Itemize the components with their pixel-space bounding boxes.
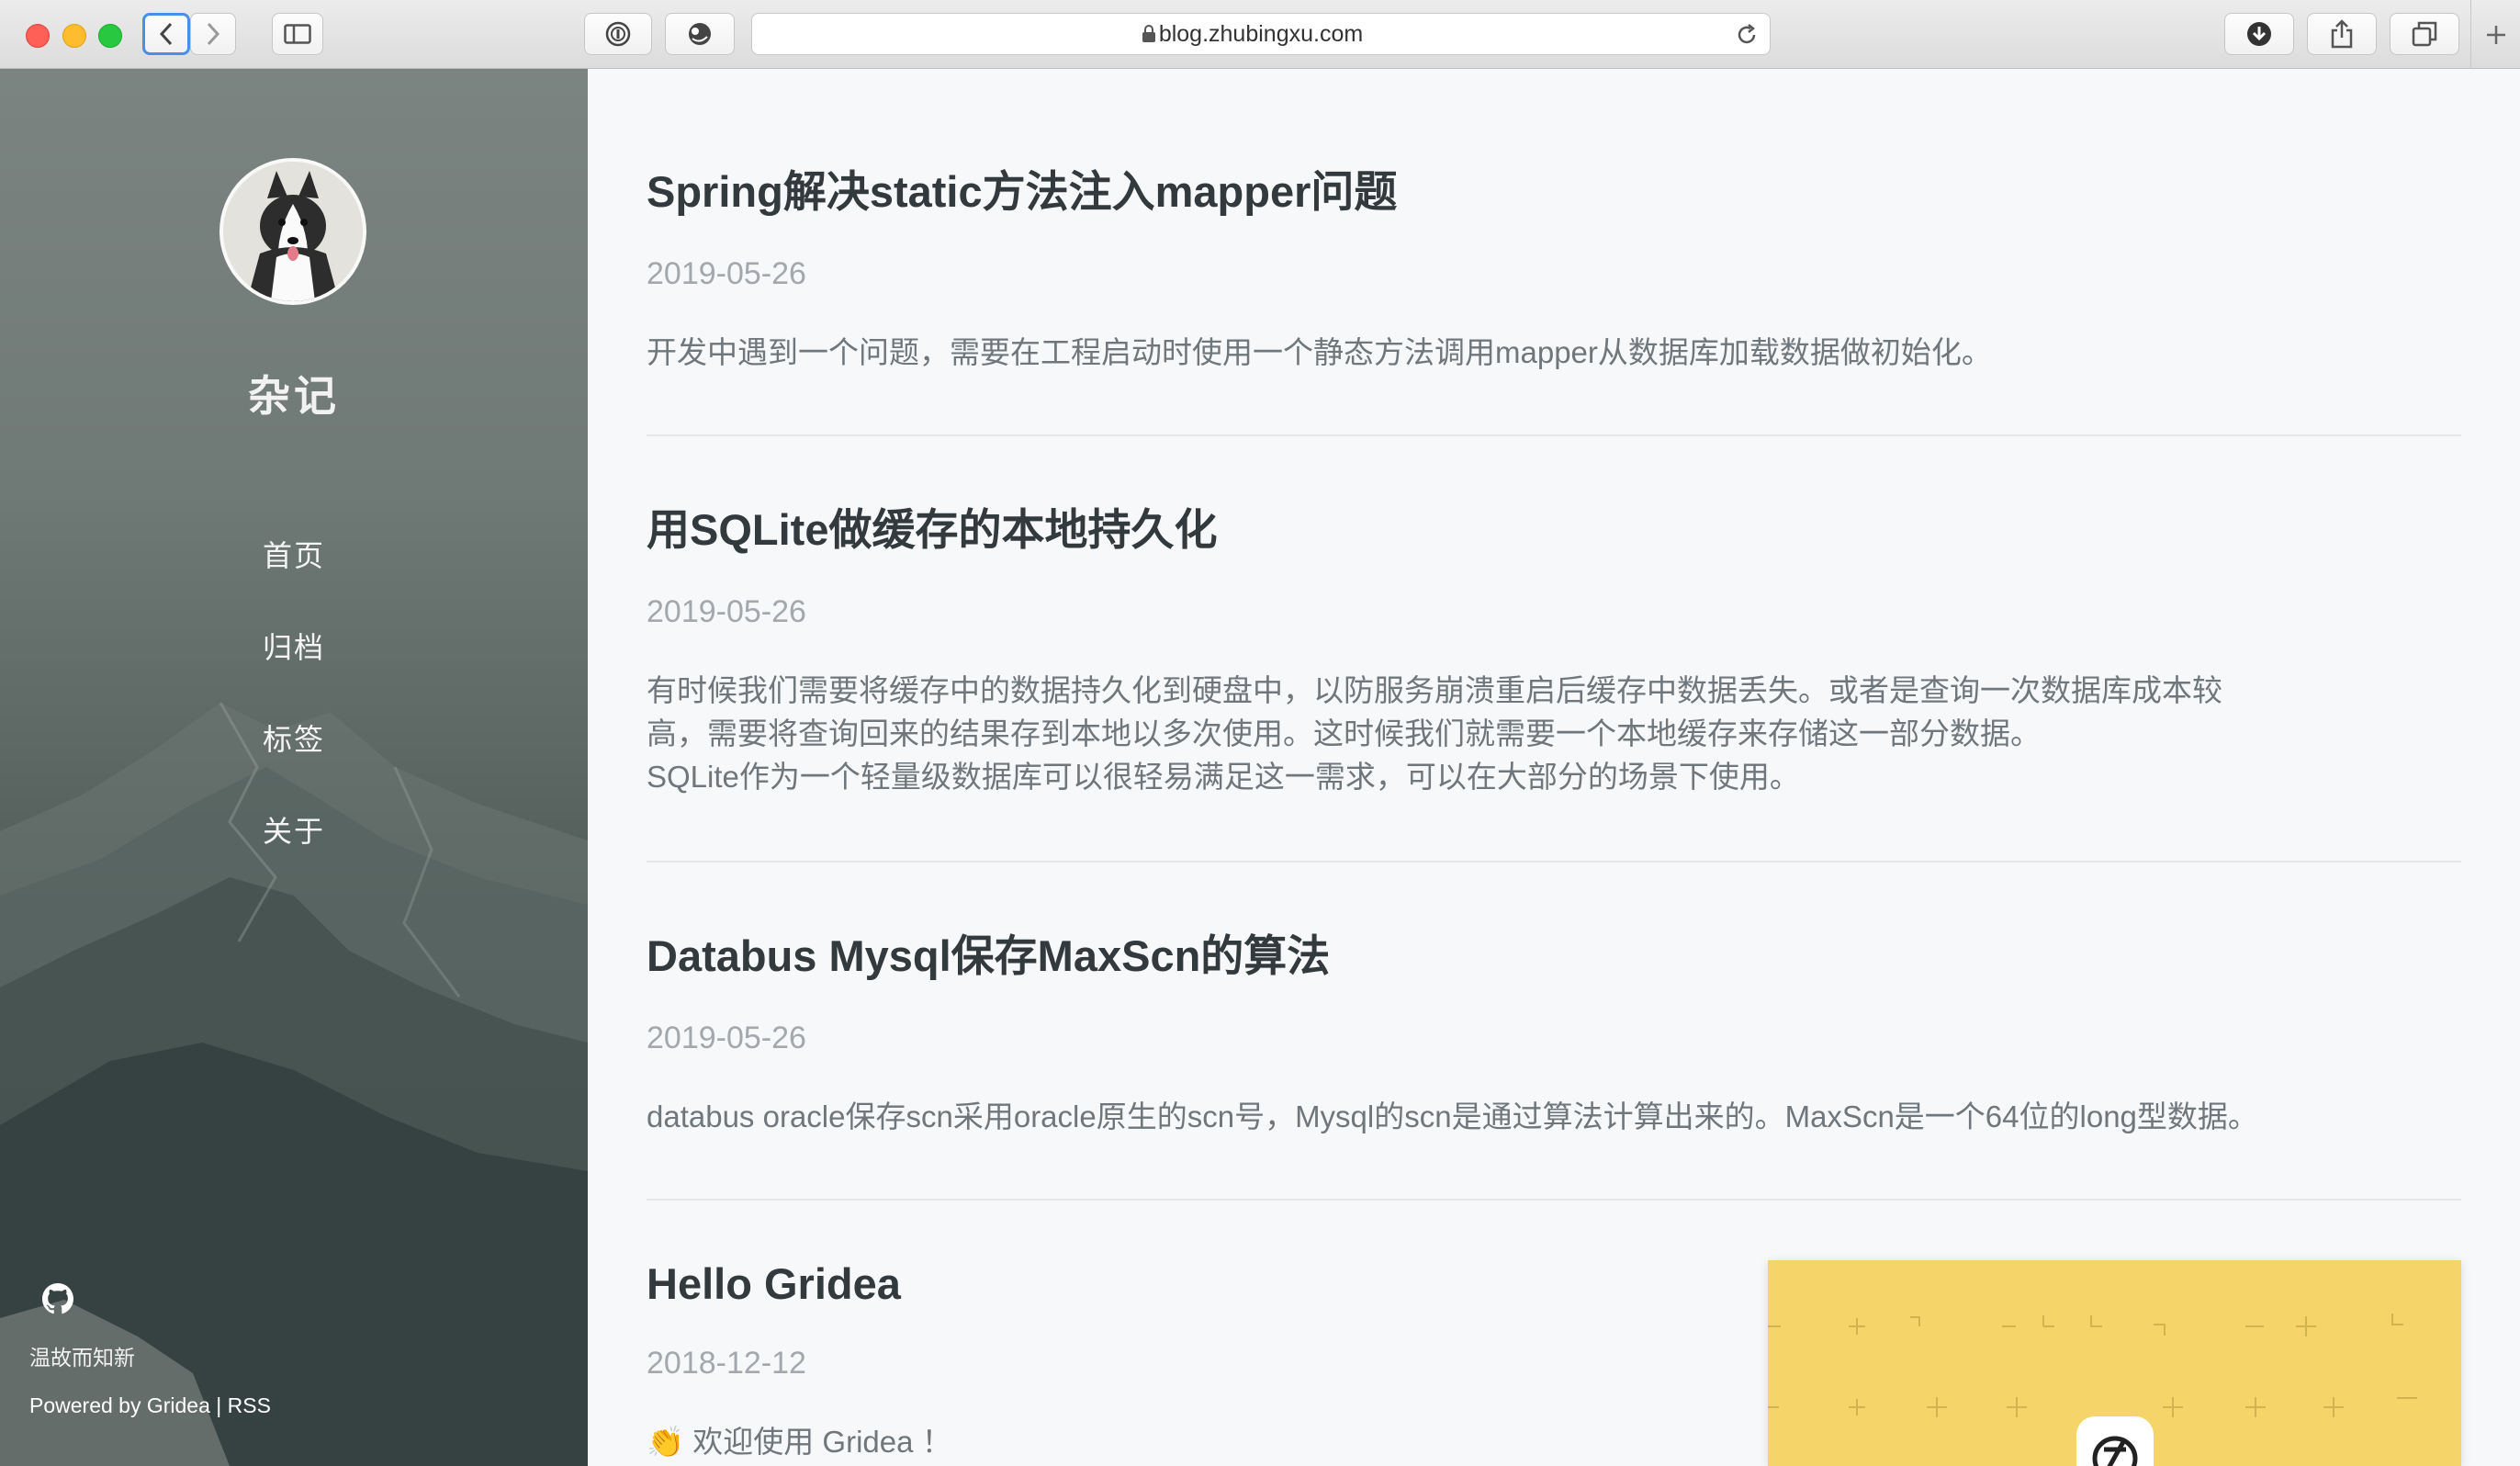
post-abstract: 开发中遇到一个问题，需要在工程启动时使用一个静态方法调用mapper从数据库加载… — [647, 335, 1992, 369]
extension-icon — [689, 23, 711, 45]
post-abstract: databus oracle保存scn采用oracle原生的scn号，Mysql… — [647, 1100, 2258, 1133]
browser-toolbar: blog.zhubingxu.com — [0, 0, 2520, 69]
share-button[interactable] — [2307, 13, 2377, 55]
post-title[interactable]: 用SQLite做缓存的本地持久化 — [647, 494, 2461, 558]
nav-item-archives[interactable]: 归档 — [0, 602, 588, 694]
post-abstract-line: SQLite作为一个轻量级数据库可以很轻易满足这一需求，可以在大部分的场景下使用… — [647, 760, 1800, 794]
post-divider — [647, 1199, 2461, 1201]
post-abstract-line: 有时候我们需要将缓存中的数据持久化到硬盘中，以防服务崩溃重启后缓存中数据丢失。或… — [647, 673, 2222, 707]
back-icon — [159, 22, 173, 46]
post-title[interactable]: Spring解决static方法注入mapper问题 — [647, 156, 2461, 220]
close-window-button[interactable] — [26, 24, 50, 48]
post-date: 2019-05-26 — [647, 256, 806, 291]
download-icon — [2247, 22, 2271, 46]
forward-icon — [207, 22, 220, 46]
downloads-button[interactable] — [2224, 13, 2294, 55]
blog-sidebar: 杂记 首页 归档 标签 关于 温故而知新 Powered by Gridea |… — [0, 69, 588, 1466]
gridea-logo-icon — [2092, 1436, 2138, 1466]
tabs-overview-icon — [2412, 21, 2437, 47]
post-item: Spring解决static方法注入mapper问题 2019-05-26 开发… — [647, 156, 2461, 374]
sidebar-toggle-button[interactable] — [272, 13, 323, 55]
address-bar[interactable]: blog.zhubingxu.com — [751, 13, 1771, 55]
post-abstract-line: 高，需要将查询回来的结果存到本地以多次使用。这时候我们就需要一个本地缓存来存储这… — [647, 716, 2041, 750]
nav-item-about[interactable]: 关于 — [0, 785, 588, 877]
gridea-promo-widget[interactable] — [1768, 1260, 2461, 1466]
minimize-window-button[interactable] — [62, 24, 86, 48]
forward-button[interactable] — [190, 13, 236, 55]
post-date: 2019-05-26 — [647, 594, 806, 629]
powered-by-text: Powered by — [29, 1393, 147, 1417]
extension-button[interactable] — [665, 13, 735, 55]
post-list: Spring解决static方法注入mapper问题 2019-05-26 开发… — [588, 69, 2520, 1466]
github-icon[interactable] — [42, 1283, 73, 1314]
gridea-link[interactable]: Gridea — [147, 1393, 210, 1417]
nav-item-tags[interactable]: 标签 — [0, 694, 588, 785]
back-button[interactable] — [142, 13, 190, 55]
share-icon — [2331, 19, 2353, 49]
powered-by-footer: Powered by Gridea | RSS — [29, 1393, 271, 1418]
post-date: 2019-05-26 — [647, 1021, 806, 1055]
sidebar-toggle-icon — [284, 24, 311, 44]
rss-link[interactable]: RSS — [228, 1393, 271, 1417]
site-motto: 温故而知新 — [29, 1346, 135, 1370]
zoom-window-button[interactable] — [98, 24, 122, 48]
post-title[interactable]: Databus Mysql保存MaxScn的算法 — [647, 920, 2461, 984]
site-title[interactable]: 杂记 — [0, 363, 588, 423]
password-button[interactable] — [584, 13, 652, 55]
url-text: blog.zhubingxu.com — [1158, 21, 1364, 47]
post-item: 用SQLite做缓存的本地持久化 2019-05-26 有时候我们需要将缓存中的… — [647, 494, 2461, 798]
nav-item-home[interactable]: 首页 — [0, 510, 588, 602]
post-divider — [647, 861, 2461, 863]
post-abstract: 有时候我们需要将缓存中的数据持久化到硬盘中，以防服务崩溃重启后缓存中数据丢失。或… — [647, 669, 2461, 798]
post-item: Databus Mysql保存MaxScn的算法 2019-05-26 data… — [647, 920, 2461, 1138]
avatar[interactable] — [219, 158, 366, 305]
tabs-overview-button[interactable] — [2390, 13, 2459, 55]
password-icon — [605, 21, 631, 47]
new-tab-icon — [2487, 25, 2505, 44]
gridea-logo — [2076, 1416, 2154, 1466]
sidebar-nav: 首页 归档 标签 关于 — [0, 510, 588, 877]
reload-icon[interactable] — [1735, 23, 1759, 47]
footer-separator: | — [209, 1393, 228, 1417]
post-divider — [647, 434, 2461, 436]
husky-avatar-image — [223, 162, 363, 301]
new-tab-button[interactable] — [2470, 0, 2520, 69]
